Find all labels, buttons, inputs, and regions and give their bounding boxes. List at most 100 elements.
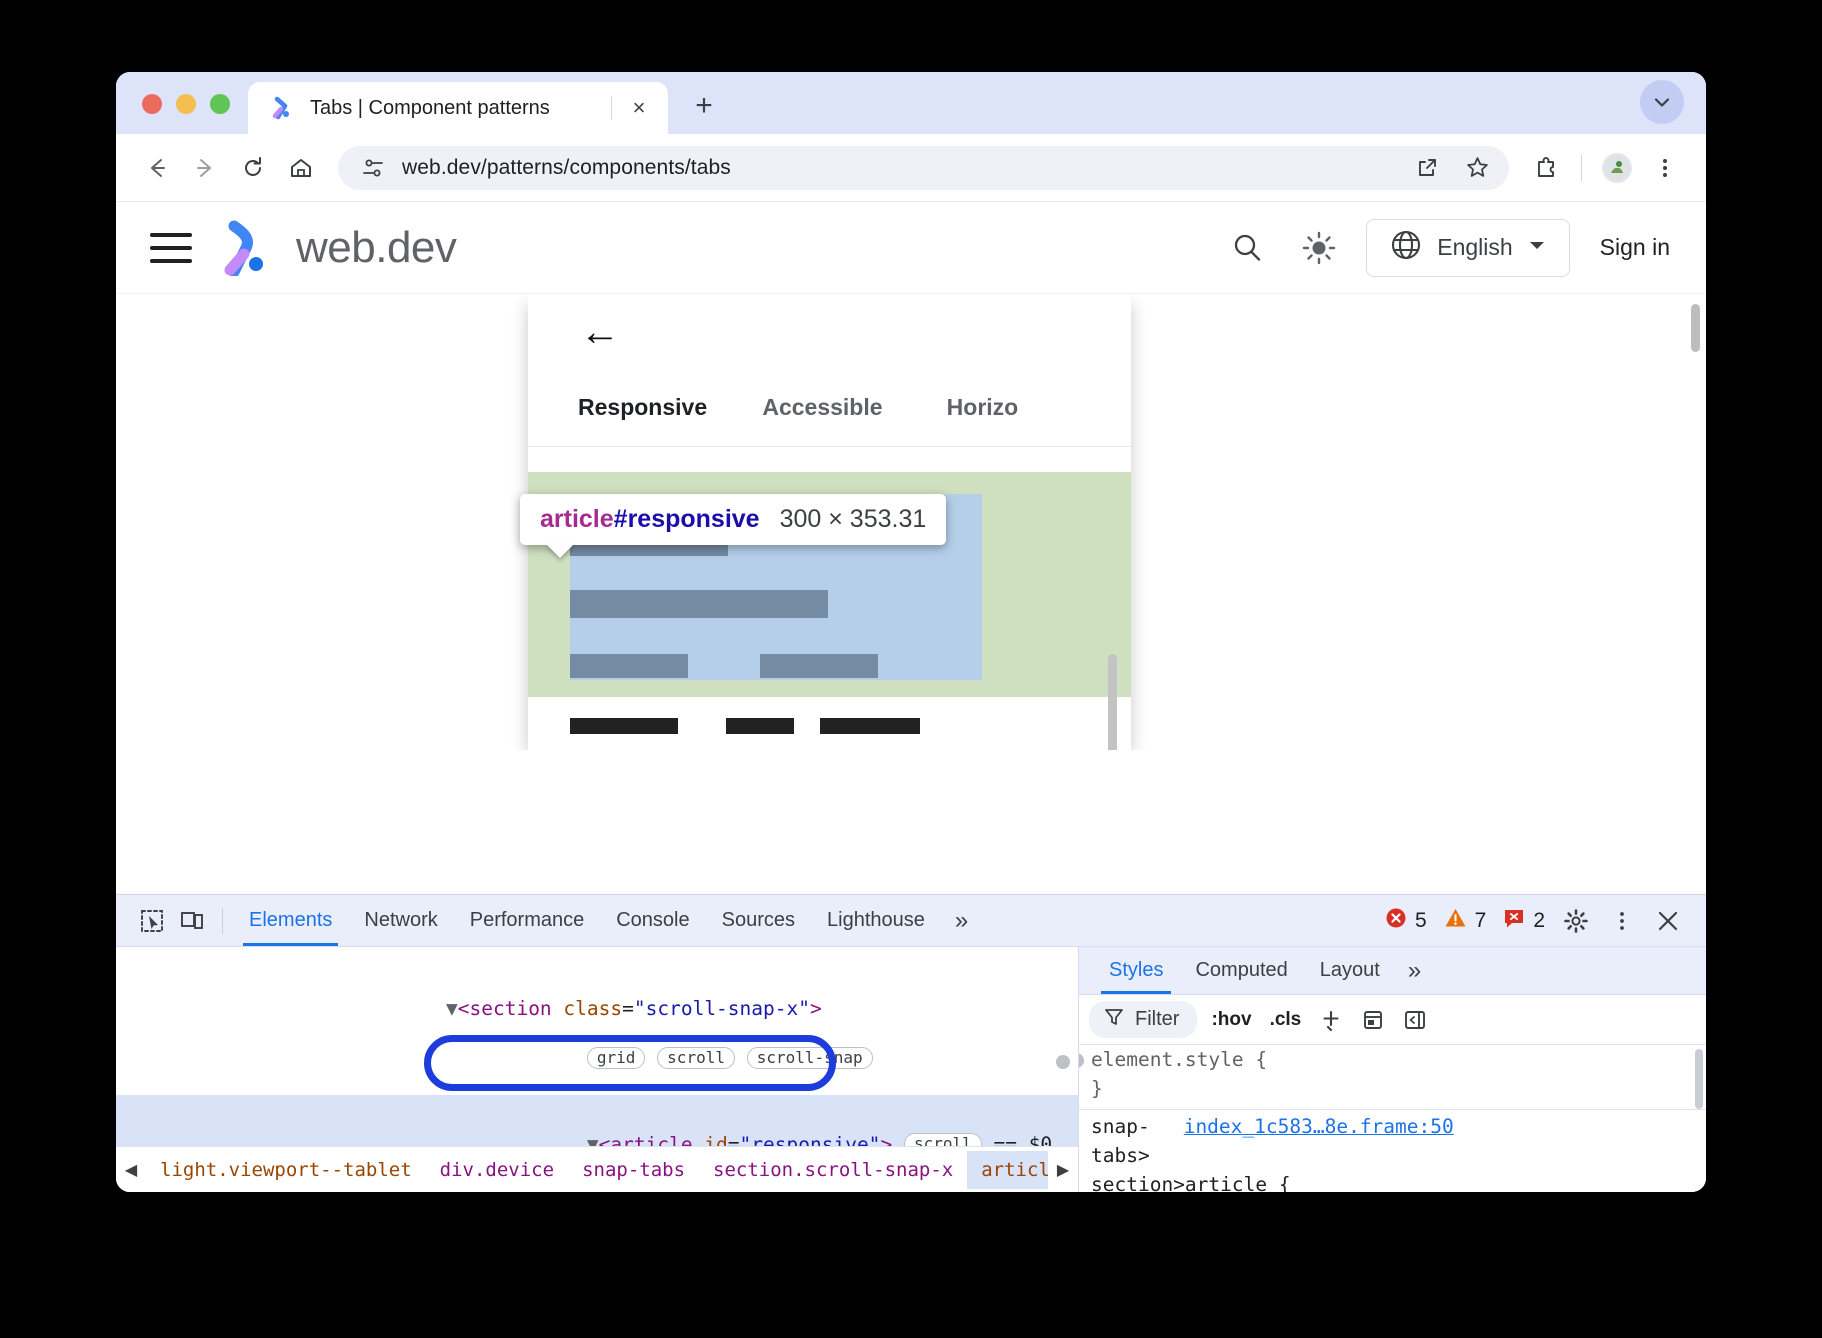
close-tab-button[interactable]: × (624, 93, 654, 123)
avatar[interactable] (1596, 147, 1638, 189)
tab-computed[interactable]: Computed (1179, 947, 1303, 994)
dom-tree-pane[interactable]: grid ▼<section class="scroll-snap-x"> gr… (116, 947, 1078, 1192)
issues-counter[interactable]: 2 (1497, 906, 1550, 935)
webdev-logo-icon (220, 220, 280, 276)
breadcrumb-scroll-left[interactable]: ◀ (116, 1147, 146, 1192)
dom-line-badges[interactable]: grid scroll scroll-snap (116, 1023, 1078, 1095)
extensions-icon[interactable] (1525, 147, 1567, 189)
gear-icon[interactable] (1556, 901, 1596, 941)
dom-line-partial[interactable]: grid (116, 951, 1078, 965)
demo-back-arrow-icon[interactable]: ← (580, 312, 620, 352)
rule-source-link[interactable]: index_1c583…8e.frame:50 (1184, 1112, 1454, 1141)
globe-icon (1389, 228, 1423, 267)
rule-element-style-open[interactable]: element.style { (1091, 1045, 1706, 1074)
expand-arrow-icon[interactable]: ▼ (446, 997, 458, 1020)
devtools-body: grid ▼<section class="scroll-snap-x"> gr… (116, 947, 1706, 1192)
copy-styles-icon[interactable] (1357, 1004, 1389, 1036)
inspect-element-icon[interactable] (132, 901, 172, 941)
language-selector[interactable]: English (1366, 219, 1569, 277)
site-logo[interactable]: web.dev (220, 220, 456, 276)
chevron-down-icon (1527, 238, 1547, 257)
styles-pane: Styles Computed Layout » Filter :hov .cl… (1078, 947, 1706, 1192)
breadcrumb-item-article[interactable]: article#responsive (967, 1151, 1048, 1189)
tabstrip-right-area (1640, 80, 1706, 134)
browser-tab[interactable]: Tabs | Component patterns × (248, 82, 668, 134)
styles-pane-tabs: Styles Computed Layout » (1079, 947, 1706, 995)
styles-rules-list[interactable]: element.style { } snap- index_1c583…8e.f… (1079, 1045, 1706, 1192)
text-placeholder (570, 654, 688, 678)
reload-icon[interactable] (232, 147, 274, 189)
kebab-menu-icon[interactable] (1644, 147, 1686, 189)
demo-tab-accessible[interactable]: Accessible (762, 394, 946, 421)
footer-placeholder (570, 718, 678, 734)
web-page-content: web.dev English Sign i (116, 202, 1706, 750)
breadcrumb-scroll-right[interactable]: ▶ (1048, 1147, 1078, 1192)
rule-selector-part-2[interactable]: tabs> (1091, 1141, 1706, 1170)
styles-filter-bar: Filter :hov .cls (1079, 995, 1706, 1045)
more-tabs-button[interactable]: » (941, 907, 980, 935)
browser-toolbar: web.dev/patterns/components/tabs (116, 134, 1706, 202)
rule-selector-part-3[interactable]: section>article { (1091, 1170, 1706, 1192)
tab-console[interactable]: Console (600, 896, 705, 946)
rule-selector-part-1[interactable]: snap- (1091, 1112, 1150, 1141)
hov-toggle[interactable]: :hov (1207, 1009, 1255, 1031)
browser-window: Tabs | Component patterns × + (116, 72, 1706, 1192)
share-icon[interactable] (1409, 150, 1445, 186)
styles-scrollbar[interactable] (1695, 1049, 1703, 1109)
kebab-menu-icon[interactable] (1602, 901, 1642, 941)
browser-tab-title: Tabs | Component patterns (310, 97, 599, 120)
page-scrollbar[interactable] (1690, 294, 1704, 750)
issue-count: 2 (1533, 909, 1545, 933)
toggle-sidebar-icon[interactable] (1399, 1004, 1431, 1036)
page-scrollbar-thumb[interactable] (1691, 304, 1700, 352)
site-settings-icon[interactable] (358, 153, 388, 183)
sign-in-link[interactable]: Sign in (1592, 234, 1678, 261)
styles-more-tabs-button[interactable]: » (1396, 957, 1431, 985)
back-arrow-icon[interactable] (136, 147, 178, 189)
home-icon[interactable] (280, 147, 322, 189)
styles-filter-input[interactable]: Filter (1089, 1001, 1197, 1038)
demo-tab-horizontal[interactable]: Horizo (947, 394, 1131, 421)
breadcrumb-item-section[interactable]: section.scroll-snap-x (699, 1151, 967, 1189)
rule-selector-line-1: snap- index_1c583…8e.frame:50 (1091, 1112, 1706, 1141)
sun-icon[interactable] (1294, 223, 1344, 273)
device-toolbar-icon[interactable] (172, 901, 212, 941)
dom-pane-resizer[interactable] (1056, 1055, 1070, 1069)
tab-performance[interactable]: Performance (454, 896, 601, 946)
close-window-button[interactable] (142, 94, 162, 114)
forward-arrow-icon[interactable] (184, 147, 226, 189)
styles-filter-placeholder: Filter (1135, 1008, 1179, 1031)
tab-elements[interactable]: Elements (233, 896, 348, 946)
tab-layout[interactable]: Layout (1304, 947, 1396, 994)
demo-tab-responsive[interactable]: Responsive (578, 394, 762, 421)
tab-sources[interactable]: Sources (706, 896, 811, 946)
style-rule-bullet (1079, 1053, 1084, 1068)
inspect-tooltip-dimensions: 300 × 353.31 (780, 505, 927, 534)
tab-styles[interactable]: Styles (1093, 947, 1179, 994)
minimize-window-button[interactable] (176, 94, 196, 114)
hamburger-icon[interactable] (150, 233, 192, 263)
article-scrollbar[interactable] (1108, 654, 1117, 750)
breadcrumb-item-device[interactable]: div.device (426, 1151, 568, 1189)
breadcrumb-item-snap-tabs[interactable]: snap-tabs (568, 1151, 699, 1189)
error-counter[interactable]: 5 (1379, 906, 1432, 935)
breadcrumb-item-viewport[interactable]: light.viewport--tablet (146, 1151, 426, 1189)
address-bar[interactable]: web.dev/patterns/components/tabs (338, 146, 1509, 190)
tab-lighthouse[interactable]: Lighthouse (811, 896, 941, 946)
chevron-down-icon[interactable] (1640, 80, 1684, 124)
add-rule-button[interactable] (1315, 1004, 1347, 1036)
site-header-actions: English Sign in (1222, 219, 1678, 277)
new-tab-button[interactable]: + (682, 84, 726, 128)
tabs-demo-area: ← Responsive Accessible Horizo (116, 294, 1706, 750)
rule-element-style-close: } (1091, 1074, 1706, 1103)
star-icon[interactable] (1459, 150, 1495, 186)
warning-counter[interactable]: 7 (1438, 906, 1492, 935)
dom-pill-grid: grid (587, 1047, 646, 1069)
tab-network[interactable]: Network (348, 896, 453, 946)
toolbar-divider (1581, 155, 1582, 181)
dom-line-section[interactable]: ▼<section class="scroll-snap-x"> (116, 965, 1078, 1023)
cls-toggle[interactable]: .cls (1266, 1009, 1306, 1031)
search-icon[interactable] (1222, 223, 1272, 273)
maximize-window-button[interactable] (210, 94, 230, 114)
close-icon[interactable] (1648, 901, 1688, 941)
